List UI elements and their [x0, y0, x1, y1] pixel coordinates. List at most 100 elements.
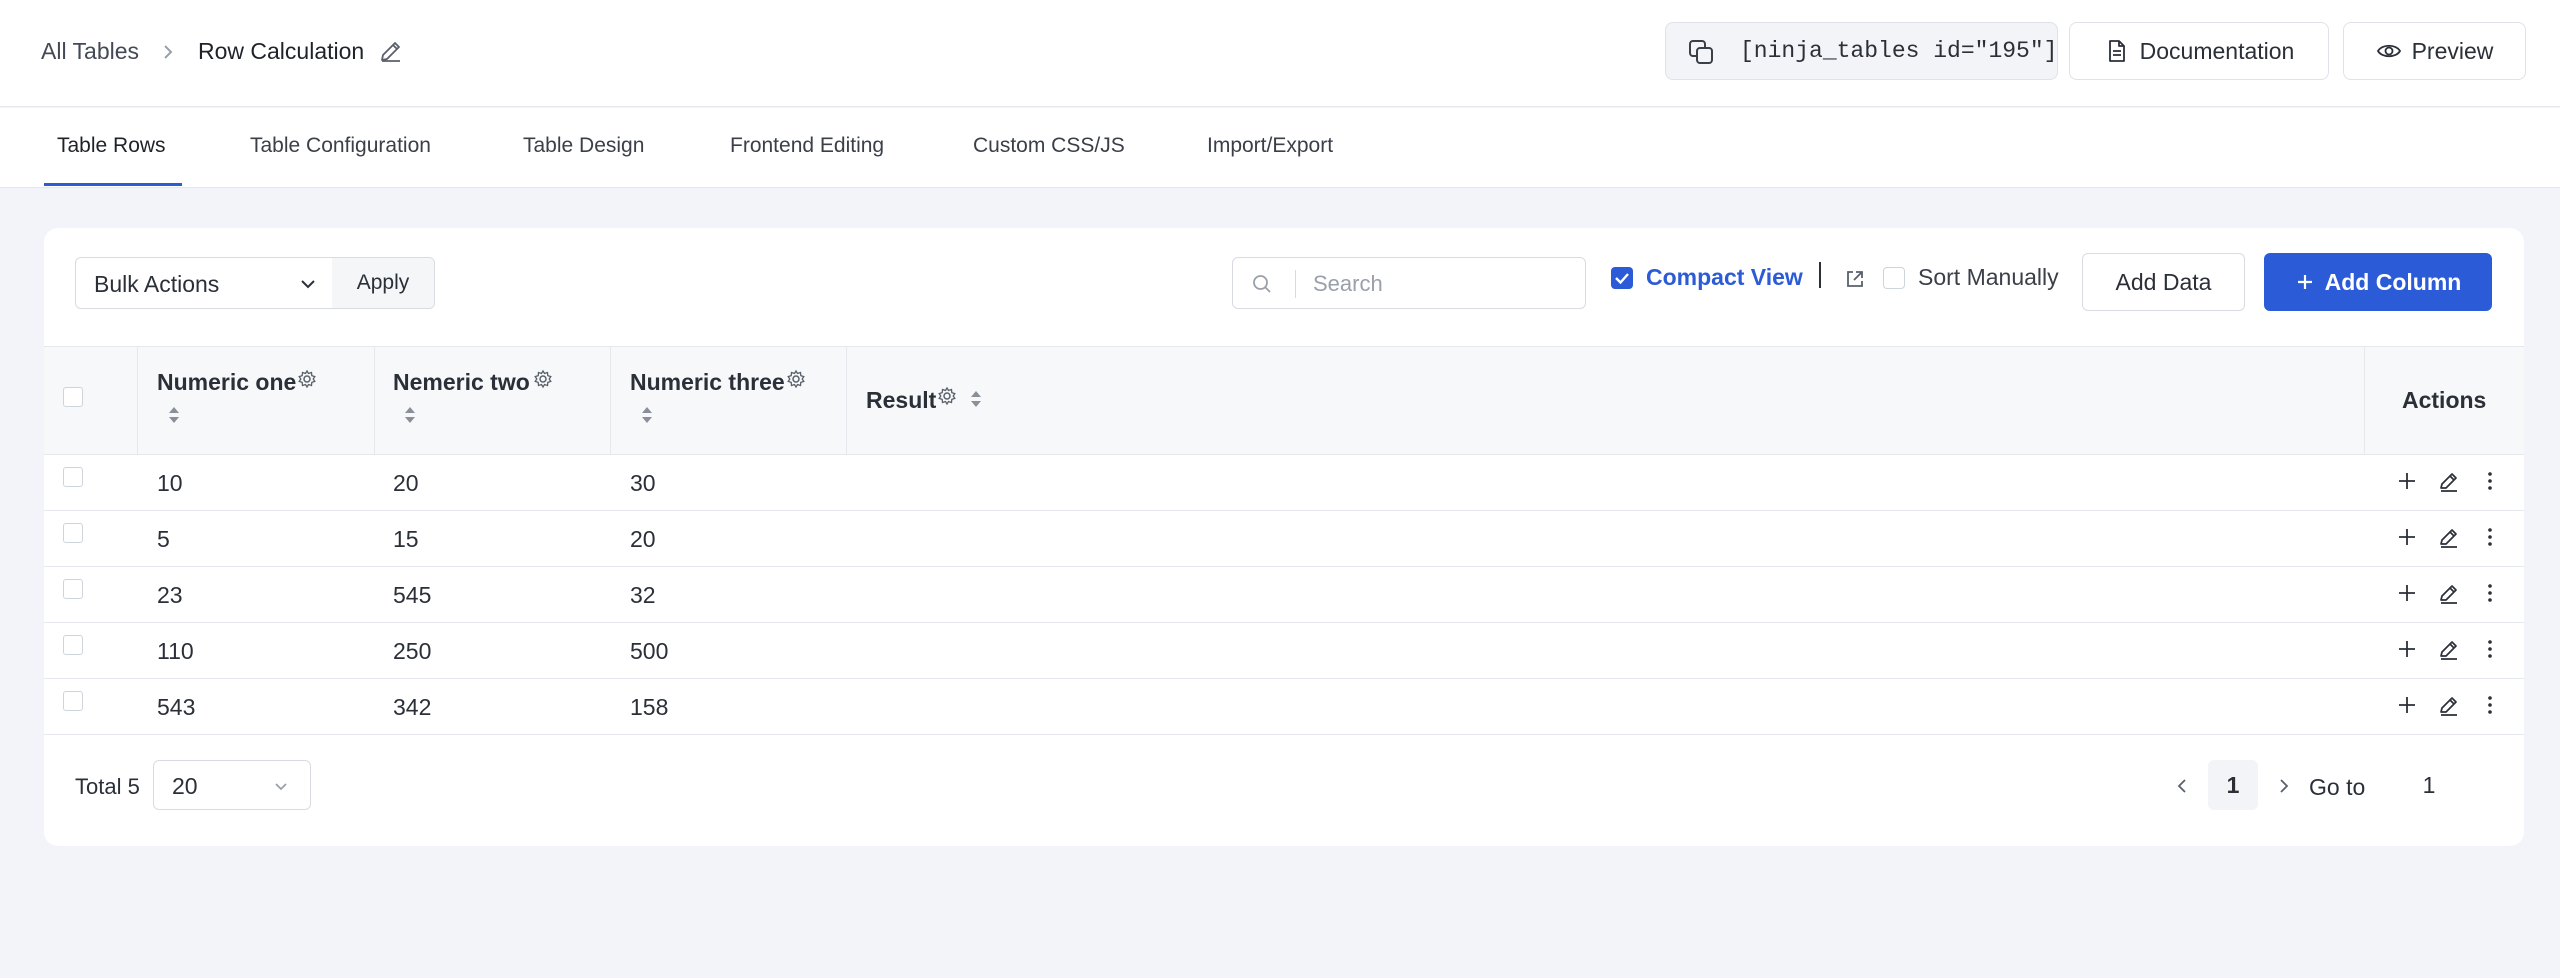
table-cell[interactable]: 20 — [393, 470, 419, 497]
gear-icon[interactable] — [937, 386, 957, 406]
page-size-select[interactable]: 20 — [153, 760, 311, 810]
divider — [1295, 270, 1296, 298]
edit-row-icon[interactable] — [2437, 693, 2461, 717]
add-row-icon[interactable] — [2395, 637, 2419, 661]
preview-label: Preview — [2411, 37, 2494, 64]
tab-frontend-editing[interactable]: Frontend Editing — [730, 134, 884, 158]
row-checkbox[interactable] — [63, 579, 83, 599]
column-header-actions: Actions — [2402, 387, 2487, 413]
more-options-icon[interactable] — [2478, 525, 2502, 549]
bulk-actions-select[interactable]: Bulk Actions — [94, 271, 219, 298]
search-input[interactable] — [1313, 270, 1573, 298]
divider — [1819, 262, 1821, 288]
search-icon — [1253, 275, 1271, 293]
compact-view-checkbox[interactable] — [1611, 267, 1633, 289]
table-cell[interactable]: 23 — [157, 582, 183, 609]
top-header: All Tables Row Calculation [ninja_tables… — [0, 0, 2560, 107]
sort-manually-checkbox[interactable] — [1883, 267, 1905, 289]
add-column-label: Add Column — [2324, 268, 2462, 295]
chevron-left-icon[interactable] — [2172, 776, 2192, 796]
compact-view-label[interactable]: Compact View — [1646, 264, 1803, 291]
plus-icon — [2297, 275, 2312, 289]
table-row: 110 250 500 — [44, 623, 2524, 679]
copy-icon[interactable] — [1686, 37, 1716, 67]
edit-title-icon[interactable] — [378, 38, 404, 64]
sort-manually-label[interactable]: Sort Manually — [1918, 264, 2059, 291]
add-data-button[interactable]: Add Data — [2082, 253, 2245, 311]
page-number-current[interactable]: 1 — [2208, 760, 2258, 810]
shortcode-copy-box[interactable]: [ninja_tables id="195"] — [1665, 22, 2058, 80]
table-cell[interactable]: 158 — [630, 694, 668, 721]
gear-icon[interactable] — [533, 369, 553, 389]
table-header: Numeric one Nemeric two Numeric three Re… — [44, 346, 2524, 455]
tab-table-design[interactable]: Table Design — [523, 134, 644, 158]
column-header-result[interactable]: Result — [866, 387, 936, 414]
gear-icon[interactable] — [786, 369, 806, 389]
table-cell[interactable]: 10 — [157, 470, 183, 497]
table-cell[interactable]: 545 — [393, 582, 431, 609]
edit-row-icon[interactable] — [2437, 469, 2461, 493]
chevron-right-icon[interactable] — [2274, 776, 2294, 796]
search-box — [1232, 257, 1586, 309]
sort-icon[interactable] — [167, 405, 181, 425]
row-checkbox[interactable] — [63, 635, 83, 655]
sort-icon[interactable] — [640, 405, 654, 425]
eye-icon — [2376, 44, 2401, 58]
tab-custom-css-js[interactable]: Custom CSS/JS — [973, 134, 1125, 158]
apply-button[interactable]: Apply — [332, 258, 434, 308]
external-link-icon[interactable] — [1844, 268, 1866, 290]
add-row-icon[interactable] — [2395, 525, 2419, 549]
table-row: 23 545 32 — [44, 567, 2524, 623]
edit-row-icon[interactable] — [2437, 581, 2461, 605]
total-count: Total 5 — [75, 774, 140, 799]
tab-import-export[interactable]: Import/Export — [1207, 134, 1333, 158]
documentation-button[interactable]: Documentation — [2069, 22, 2329, 80]
tab-table-rows[interactable]: Table Rows — [57, 134, 166, 158]
document-icon — [2108, 40, 2125, 62]
row-checkbox[interactable] — [63, 523, 83, 543]
shortcode-text: [ninja_tables id="195"] — [1740, 38, 2058, 64]
table-cell[interactable]: 500 — [630, 638, 668, 665]
tab-bar: Table Rows Table Configuration Table Des… — [0, 108, 2560, 188]
tab-table-configuration[interactable]: Table Configuration — [250, 134, 431, 158]
more-options-icon[interactable] — [2478, 581, 2502, 605]
chevron-down-icon[interactable] — [298, 274, 318, 294]
sort-icon[interactable] — [969, 389, 983, 409]
table-cell[interactable]: 30 — [630, 470, 656, 497]
checkmark-icon — [1615, 273, 1629, 285]
add-column-button[interactable]: Add Column — [2264, 253, 2492, 311]
add-row-icon[interactable] — [2395, 581, 2419, 605]
edit-row-icon[interactable] — [2437, 525, 2461, 549]
select-all-checkbox[interactable] — [63, 387, 83, 407]
column-header-numeric-one[interactable]: Numeric one — [157, 369, 296, 396]
table-cell[interactable]: 15 — [393, 526, 419, 553]
table-cell[interactable]: 5 — [157, 526, 170, 553]
bulk-actions-group: Bulk Actions Apply — [75, 257, 435, 309]
table-row: 543 342 158 — [44, 679, 2524, 735]
breadcrumb-all-tables[interactable]: All Tables — [41, 38, 139, 65]
table-cell[interactable]: 543 — [157, 694, 195, 721]
more-options-icon[interactable] — [2478, 469, 2502, 493]
preview-button[interactable]: Preview — [2343, 22, 2526, 80]
more-options-icon[interactable] — [2478, 637, 2502, 661]
add-row-icon[interactable] — [2395, 469, 2419, 493]
table-cell[interactable]: 250 — [393, 638, 431, 665]
table-cell[interactable]: 32 — [630, 582, 656, 609]
edit-row-icon[interactable] — [2437, 637, 2461, 661]
table-cell[interactable]: 20 — [630, 526, 656, 553]
more-options-icon[interactable] — [2478, 693, 2502, 717]
goto-page-input[interactable] — [2394, 760, 2464, 810]
table-title: Row Calculation — [198, 38, 365, 64]
gear-icon[interactable] — [297, 369, 317, 389]
chevron-down-icon — [275, 783, 287, 791]
table-row: 10 20 30 — [44, 455, 2524, 511]
row-checkbox[interactable] — [63, 691, 83, 711]
table-cell[interactable]: 342 — [393, 694, 431, 721]
chevron-right-icon — [164, 45, 173, 59]
sort-icon[interactable] — [403, 405, 417, 425]
table-cell[interactable]: 110 — [157, 638, 194, 665]
add-row-icon[interactable] — [2395, 693, 2419, 717]
column-header-nemeric-two[interactable]: Nemeric two — [393, 369, 530, 396]
column-header-numeric-three[interactable]: Numeric three — [630, 369, 785, 396]
row-checkbox[interactable] — [63, 467, 83, 487]
